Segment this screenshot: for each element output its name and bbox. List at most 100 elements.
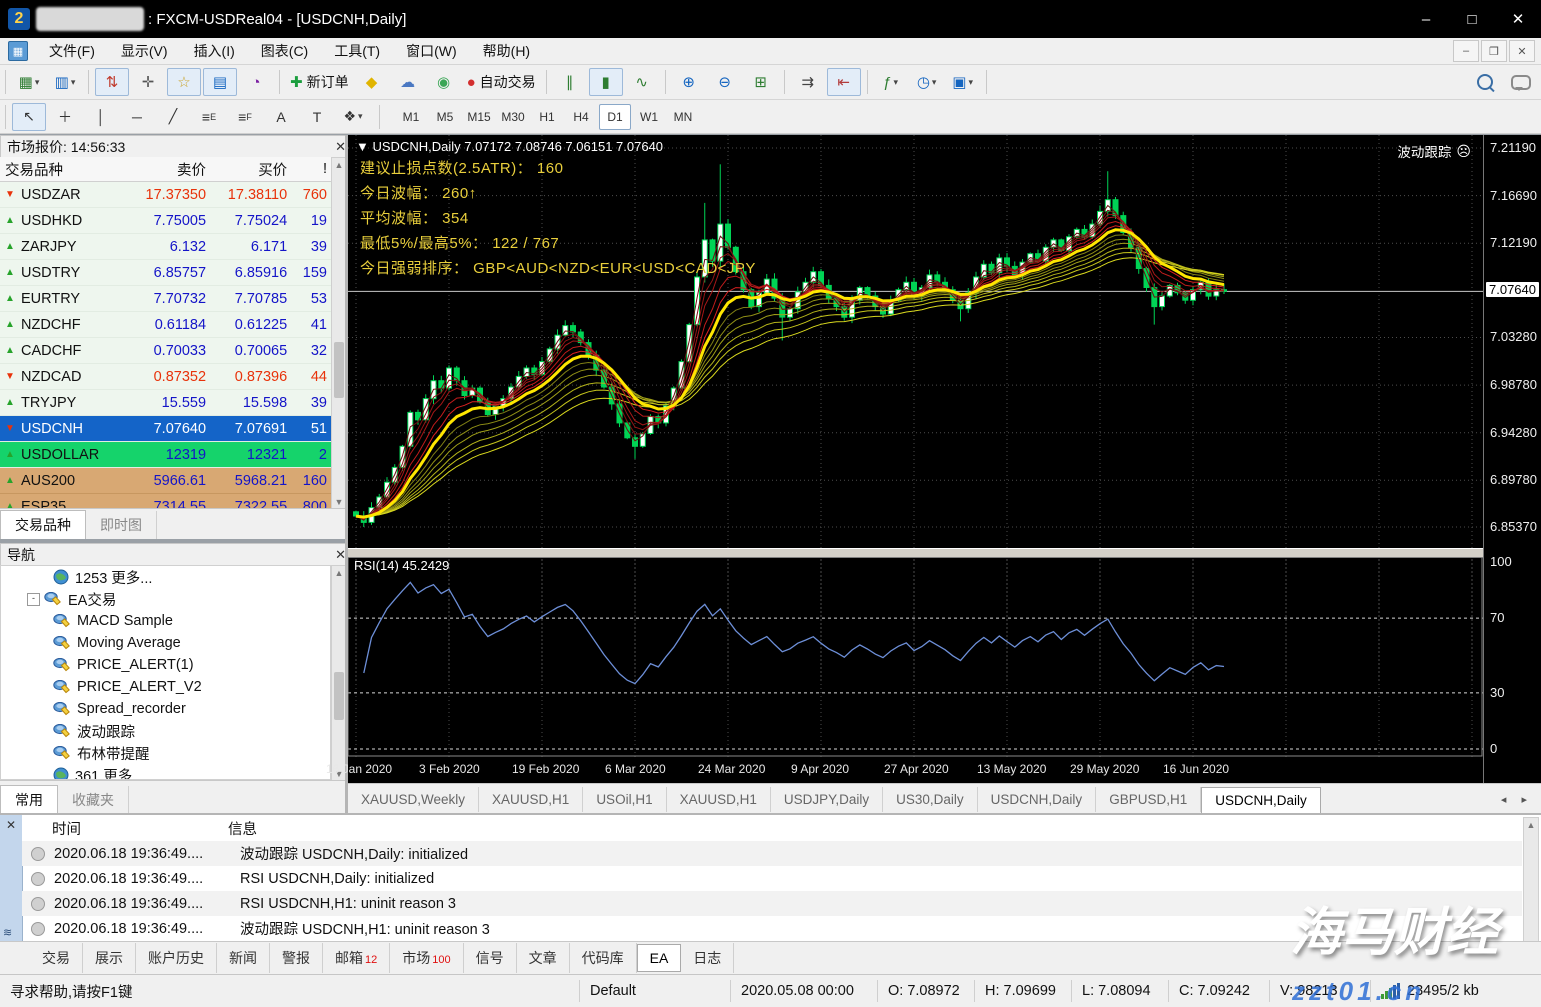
market-watch-row-nzdchf[interactable]: ▲ NZDCHF 0.61184 0.61225 41 [0, 312, 331, 338]
line-chart-mode-button[interactable]: ∿ [625, 68, 659, 96]
timeframe-m15[interactable]: M15 [463, 104, 495, 130]
status-profile[interactable]: Default [579, 980, 730, 1002]
timeframe-m5[interactable]: M5 [429, 104, 461, 130]
timeframe-mn[interactable]: MN [667, 104, 699, 130]
terminal-tab-展示[interactable]: 展示 [83, 943, 136, 973]
crosshair-tool-button[interactable]: ＋ [48, 103, 82, 131]
market-watch-row-eurtry[interactable]: ▲ EURTRY 7.70732 7.70785 53 [0, 286, 331, 312]
zoom-out-button[interactable]: ⊖ [708, 68, 742, 96]
terminal-scrollbar[interactable]: ▲ [1523, 817, 1539, 943]
navigator-item-0[interactable]: 1253 更多... [1, 566, 330, 588]
chart-tab-3[interactable]: XAUUSD,H1 [667, 786, 771, 812]
timeframe-m1[interactable]: M1 [395, 104, 427, 130]
market-watch-toggle-button[interactable]: ⇅ [95, 68, 129, 96]
navigator-item-4[interactable]: PRICE_ALERT(1) [1, 654, 330, 676]
timeframe-d1[interactable]: D1 [599, 103, 631, 130]
data-window-button[interactable]: ✛ [131, 68, 165, 96]
cursor-tool-button[interactable]: ↖ [12, 102, 46, 131]
menu-item-4[interactable]: 工具(T) [321, 38, 393, 64]
profiles-button[interactable]: ▥ ▾ [48, 68, 82, 96]
child-restore-button[interactable]: ❐ [1481, 40, 1507, 62]
vertical-line-tool-button[interactable]: │ [84, 103, 118, 131]
maximize-button[interactable]: □ [1449, 0, 1495, 38]
autotrading-button[interactable]: ● 自动交易 [463, 68, 540, 96]
equidistant-channel-tool-button[interactable]: ≡ E [192, 103, 226, 131]
navigator-toggle-button[interactable]: ☆ [167, 68, 201, 96]
new-order-button[interactable]: ✚ 新订单 [286, 68, 353, 96]
market-watch-row-cadchf[interactable]: ▲ CADCHF 0.70033 0.70065 32 [0, 338, 331, 364]
chart-tab-2[interactable]: USOil,H1 [583, 786, 667, 812]
terminal-tab-代码库[interactable]: 代码库 [570, 943, 637, 973]
navigator-item-5[interactable]: PRICE_ALERT_V2 [1, 676, 330, 698]
terminal-close-icon[interactable]: ✕ [0, 815, 22, 832]
text-label-tool-button[interactable]: T [300, 103, 334, 131]
terminal-tab-交易[interactable]: 交易 [30, 943, 83, 973]
candlesticks-mode-button[interactable]: ▮ [588, 68, 623, 96]
scroll-up-icon[interactable]: ▲ [332, 566, 346, 580]
timeframe-m30[interactable]: M30 [497, 104, 529, 130]
terminal-tab-ea[interactable]: EA [636, 944, 682, 972]
log-row-2[interactable]: 2020.06.18 19:36:49.... RSI USDCNH,H1: un… [22, 891, 1522, 916]
menu-item-1[interactable]: 显示(V) [108, 38, 181, 64]
terminal-expand-icon[interactable]: ≋ [3, 926, 12, 939]
menu-item-6[interactable]: 帮助(H) [470, 38, 543, 64]
menu-item-3[interactable]: 图表(C) [248, 38, 321, 64]
scroll-down-icon[interactable]: ▼ [332, 495, 346, 509]
market-watch-row-usdollar[interactable]: ▲ USDOLLAR 12319 12321 2 [0, 442, 331, 468]
zoom-in-button[interactable]: ⊕ [672, 68, 706, 96]
tab-scroll-arrows[interactable]: ◂ ▸ [1501, 793, 1533, 806]
menu-item-2[interactable]: 插入(I) [181, 38, 248, 64]
text-tool-button[interactable]: A [264, 103, 298, 131]
chart-tab-1[interactable]: XAUUSD,H1 [479, 786, 584, 812]
chart-tab-4[interactable]: USDJPY,Daily [771, 786, 884, 812]
chart-tab-7[interactable]: GBPUSD,H1 [1096, 786, 1202, 812]
log-row-1[interactable]: 2020.06.18 19:36:49.... RSI USDCNH,Daily:… [22, 866, 1522, 891]
tree-collapse-icon[interactable]: - [27, 592, 40, 606]
navigator-item-1[interactable]: - EA交易 [1, 588, 330, 610]
menu-item-0[interactable]: 文件(F) [36, 38, 108, 64]
market-watch-row-zarjpy[interactable]: ▲ ZARJPY 6.132 6.171 39 [0, 234, 331, 260]
terminal-toggle-button[interactable]: ▤ [203, 68, 237, 96]
market-watch-row-nzdcad[interactable]: ▼ NZDCAD 0.87352 0.87396 44 [0, 364, 331, 390]
tab-common[interactable]: 常用 [0, 785, 58, 814]
collapse-icon[interactable]: ▼ [356, 139, 369, 154]
terminal-tab-警报[interactable]: 警报 [270, 943, 323, 973]
navigator-item-9[interactable]: 361 更多... [1, 764, 330, 779]
terminal-tab-市场[interactable]: 市场 100 [390, 943, 464, 973]
chart-tab-0[interactable]: XAUUSD,Weekly [348, 786, 480, 812]
market-watch-row-tryjpy[interactable]: ▲ TRYJPY 15.559 15.598 39 [0, 390, 331, 416]
child-close-button[interactable]: ✕ [1509, 40, 1535, 62]
chart-shift-button[interactable]: ⇤ [826, 68, 861, 96]
minimize-button[interactable]: – [1403, 0, 1449, 38]
child-minimize-button[interactable]: – [1453, 40, 1479, 62]
tab-symbols[interactable]: 交易品种 [0, 510, 86, 539]
chart-window[interactable]: ▼ USDCNH,Daily 7.07172 7.08746 7.06151 7… [326, 135, 1541, 813]
market-watch-row-usdtry[interactable]: ▲ USDTRY 6.85757 6.85916 159 [0, 260, 331, 286]
market-watch-row-usdhkd[interactable]: ▲ USDHKD 7.75005 7.75024 19 [0, 208, 331, 234]
close-button[interactable]: ✕ [1495, 0, 1541, 38]
bar-chart-mode-button[interactable]: ∥ [553, 68, 587, 96]
chart-tab-8[interactable]: USDCNH,Daily [1201, 787, 1321, 813]
pane-splitter[interactable] [348, 548, 1483, 558]
periods-button[interactable]: ◷ ▾ [910, 68, 944, 96]
search-icon[interactable] [1477, 74, 1493, 90]
tile-windows-button[interactable]: ⊞ [744, 68, 778, 96]
terminal-tab-信号[interactable]: 信号 [464, 943, 517, 973]
log-row-3[interactable]: 2020.06.18 19:36:49.... 波动跟踪 USDCNH,H1: u… [22, 916, 1522, 941]
timeframe-w1[interactable]: W1 [633, 104, 665, 130]
tab-favorites[interactable]: 收藏夹 [58, 786, 129, 814]
mql5-community-button[interactable]: ☁ [391, 68, 425, 96]
auto-scroll-button[interactable]: ⇉ [791, 68, 825, 96]
horizontal-line-tool-button[interactable]: ─ [120, 103, 154, 131]
market-watch-row-aus200[interactable]: ▲ AUS200 5966.61 5968.21 160 [0, 468, 331, 494]
fibonacci-retracement-tool-button[interactable]: ≡ F [228, 103, 262, 131]
navigator-item-7[interactable]: 波动跟踪 [1, 720, 330, 742]
signals-button[interactable]: ◉ [427, 68, 461, 96]
chart-tab-5[interactable]: US30,Daily [883, 786, 978, 812]
navigator-item-8[interactable]: 布林带提醒 [1, 742, 330, 764]
chart-tab-6[interactable]: USDCNH,Daily [978, 786, 1097, 812]
tab-tick-chart[interactable]: 即时图 [86, 511, 157, 539]
arrows-tool-button[interactable]: ❖ ▾ [336, 103, 370, 131]
terminal-tab-邮箱[interactable]: 邮箱 12 [323, 943, 391, 973]
log-row-0[interactable]: 2020.06.18 19:36:49.... 波动跟踪 USDCNH,Daily… [22, 841, 1522, 866]
